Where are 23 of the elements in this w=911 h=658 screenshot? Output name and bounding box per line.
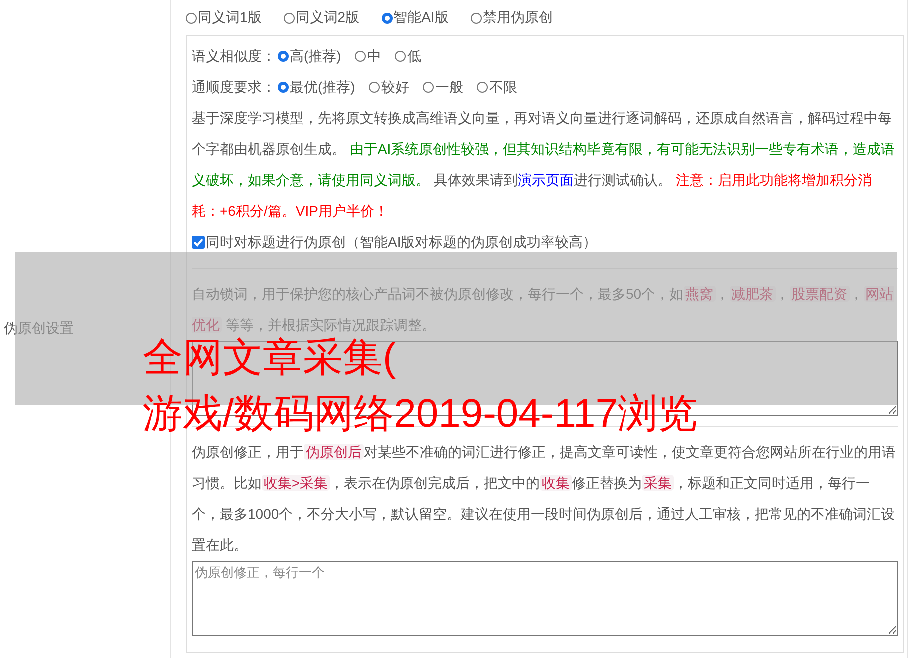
checkbox-option[interactable]: 同时对标题进行伪原创（智能AI版对标题的伪原创成功率较高） [192, 227, 898, 258]
radio-option[interactable]: 高(推荐) [278, 48, 342, 66]
description-text: 基于深度学习模型，先将原文转换成高维语义向量，再对语义向量进行逐词解码，还原成自然语言，解码过程中每个字都由机器原创生成。 由于AI系统原创性较强，但其知识结构毕竟有限，有可能无法识别一些专有术语，造成语义破坏，如果介意，请使用同义词版。 具体效果请到演示页面进行测试确认。 注意：启用此功能将增加积分消耗：+6积分/篇。VIP用户半价！ [192, 109, 896, 221]
radio-option[interactable]: 同义词2版 [284, 9, 360, 27]
option-label: 通顺度要求： [192, 78, 276, 96]
radio-option[interactable]: 智能AI版 [382, 9, 449, 27]
radio-option[interactable]: 中 [355, 48, 382, 66]
radio-option[interactable]: 同义词1版 [186, 9, 262, 27]
lock-words-text: 自动锁词，用于保护您的核心产品词不被伪原创修改，每行一个，最多50个，如 燕窝，减肥茶，股票配资，网站优化 等等，并根据实际情况跟踪调整。 [192, 285, 895, 335]
check-icon [192, 236, 205, 249]
overlay-subtitle: 游戏/数码网络2019-04-117浏览 [143, 391, 698, 438]
radio-option[interactable]: 最优(推荐) [278, 78, 356, 96]
overlay-title: 全网文章采集( [143, 335, 398, 382]
radio-option[interactable]: 较好 [369, 78, 410, 96]
demo-link[interactable]: 演示页面 [518, 172, 574, 188]
radio-option[interactable]: 不限 [477, 78, 518, 96]
corrections-text: 伪原创修正，用于伪原创后对某些不准确的词汇进行修正，提高文章可读性，使文章更符合您网站所在行业的用语习惯。比如 收集>采集，表示在伪原创完成后，把文中的 收集修正替换为 采集，标题和正文同时适用，每行一个，最多1000个，不分大小写，默认留空。建议在使用一段时间伪原创后，通过人工审核，把常见的不准确词汇设置在此。 [192, 443, 897, 555]
radio-option[interactable]: 一般 [423, 78, 464, 96]
radio-option[interactable]: 低 [395, 48, 422, 66]
radio-option[interactable]: 禁用伪原创 [470, 9, 553, 27]
option-label: 语义相似度： [192, 48, 276, 66]
text-area[interactable]: 伪原创修正，每行一个 [192, 561, 898, 636]
section-label: 伪原创设置 [4, 320, 74, 338]
